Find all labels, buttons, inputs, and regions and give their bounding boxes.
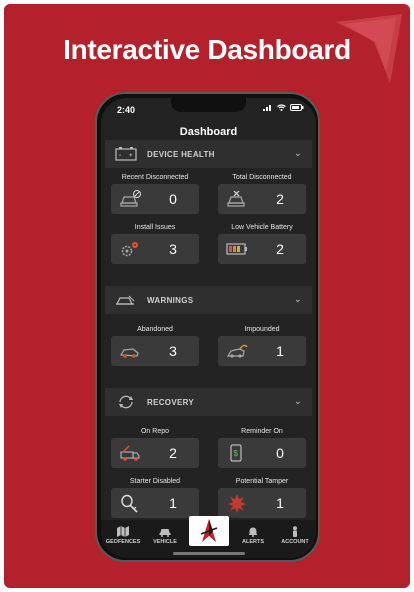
tile-starter-disabled[interactable]: 1: [111, 488, 199, 518]
tile-reminder-on[interactable]: $ 0: [218, 438, 306, 468]
section-header-recovery[interactable]: RECOVERY ⌄: [105, 388, 312, 416]
chevron-down-icon[interactable]: ⌄: [294, 396, 302, 407]
tile-value: 0: [276, 445, 284, 461]
section-header-device-health[interactable]: - + DEVICE HEALTH ⌄: [105, 140, 312, 168]
section-header-warnings[interactable]: WARNINGS ⌄: [105, 286, 312, 314]
battery-outline-icon: - +: [115, 147, 137, 161]
tile-label: Reminder On: [241, 428, 283, 435]
impounded-car-icon: [226, 344, 248, 358]
wifi-icon: [277, 104, 286, 111]
section-title: RECOVERY: [147, 398, 195, 407]
car-icon: [159, 529, 171, 537]
tile-low-vehicle-battery[interactable]: 2: [218, 234, 306, 264]
tile-label: Impounded: [244, 326, 280, 333]
tile-value: 1: [276, 495, 284, 511]
section-title: DEVICE HEALTH: [147, 150, 215, 159]
tile-value: 2: [276, 241, 284, 257]
tab-label: GEOFENCES: [105, 539, 141, 545]
tile-label: Abandoned: [137, 326, 173, 333]
signal-icon: [263, 105, 271, 111]
brand-logo-icon: [200, 519, 218, 542]
key-icon: [121, 494, 138, 513]
tile-value: 1: [276, 343, 284, 359]
section-title: WARNINGS: [147, 296, 194, 305]
tile-label: Low Vehicle Battery: [231, 224, 293, 231]
battery-status-icon: [290, 104, 304, 111]
recovery-icon: [119, 395, 133, 409]
tile-total-disconnected[interactable]: 2: [218, 184, 306, 214]
chevron-down-icon[interactable]: ⌄: [294, 148, 302, 159]
app-screen: 2:40 Dashboard - + DEVICE HEALTH ⌄ Recent…: [101, 98, 316, 558]
svg-text:$: $: [234, 449, 239, 458]
status-icons: [263, 104, 304, 111]
tile-value: 2: [276, 191, 284, 207]
tile-label: On Repo: [140, 428, 170, 435]
car-disconnected-icon: [227, 190, 245, 207]
car-disconnected-icon: [120, 190, 141, 207]
tamper-icon: [228, 494, 246, 513]
tile-abandoned[interactable]: 3: [111, 336, 199, 366]
tab-label: ACCOUNT: [281, 539, 309, 545]
tow-truck-icon: [120, 445, 140, 461]
tile-value: 3: [169, 241, 177, 257]
tab-geofences[interactable]: GEOFENCES: [103, 526, 143, 545]
tile-value: 1: [169, 495, 177, 511]
tab-label: VEHICLE: [153, 539, 177, 545]
abandoned-car-icon: [119, 348, 139, 358]
phone-mockup: 2:40 Dashboard - + DEVICE HEALTH ⌄ Recent…: [95, 92, 320, 562]
tile-on-repo[interactable]: 2: [111, 438, 199, 468]
tab-alerts[interactable]: ALERTS: [233, 526, 273, 545]
page-title: Dashboard: [179, 126, 238, 138]
payment-reminder-icon: $: [230, 444, 242, 462]
tab-vehicle[interactable]: VEHICLE: [145, 526, 185, 545]
tab-home-logo[interactable]: [189, 516, 229, 546]
tile-impounded[interactable]: 1: [218, 336, 306, 366]
tile-install-issues[interactable]: 3: [111, 234, 199, 264]
home-indicator[interactable]: [173, 552, 245, 555]
tile-label: Total Disconnected: [232, 174, 292, 181]
bell-icon: [248, 527, 258, 537]
phone-notch: [171, 98, 246, 112]
tile-recent-disconnected[interactable]: 0: [111, 184, 199, 214]
tile-value: 3: [169, 343, 177, 359]
tile-label: Potential Tamper: [235, 478, 289, 485]
svg-text:+: +: [129, 153, 133, 159]
tab-label: ALERTS: [242, 539, 264, 545]
banner-title: Interactive Dashboard: [63, 34, 351, 65]
car-warning-icon: [116, 295, 135, 305]
gears-icon: [121, 242, 138, 257]
svg-text:-: -: [119, 153, 121, 159]
tile-label: Install Issues: [134, 224, 176, 231]
tile-value: 2: [169, 445, 177, 461]
tile-label: Starter Disabled: [129, 478, 181, 485]
tile-label: Recent Disconnected: [121, 174, 189, 181]
tile-potential-tamper[interactable]: 1: [218, 488, 306, 518]
person-icon: [293, 526, 297, 537]
map-icon: [117, 526, 129, 537]
bottom-tab-bar: GEOFENCES VEHICLE ALERTS ACCOUNT: [101, 516, 316, 558]
tab-account[interactable]: ACCOUNT: [275, 526, 315, 545]
tile-value: 0: [169, 191, 177, 207]
chevron-down-icon[interactable]: ⌄: [294, 294, 302, 305]
dashboard-content[interactable]: - + DEVICE HEALTH ⌄ Recent Disconnected 0…: [101, 140, 316, 520]
low-battery-icon: [226, 243, 247, 255]
status-time: 2:40: [117, 105, 136, 115]
